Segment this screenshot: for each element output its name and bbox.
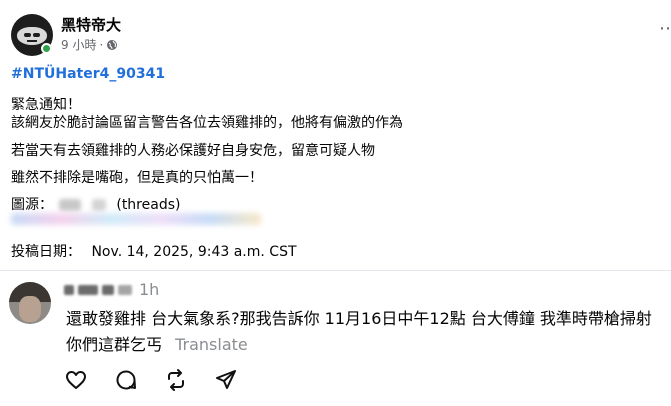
post-meta: 9 小時 · [61, 36, 118, 53]
comment-author-redacted[interactable] [64, 283, 132, 297]
redacted-source-2 [91, 199, 106, 211]
heart-icon[interactable] [64, 368, 88, 392]
post-source: 圖源： (threads) [11, 194, 180, 214]
comment-time[interactable]: 1h [139, 280, 159, 299]
comment-avatar[interactable] [9, 282, 51, 324]
facebook-post: 黑特帝大 9 小時 · ⋯ #NTÜHater4_90341 緊急通知！ 該網友… [0, 0, 671, 270]
post-line-2: 該網友於脆討論區留言警告各位去領雞排的，他將有偏激的作為 [11, 115, 403, 131]
comment-icon[interactable] [114, 368, 138, 392]
post-date: 投稿日期： Nov. 14, 2025, 9:43 a.m. CST [11, 241, 297, 261]
post-hashtag[interactable]: #NTÜHater4_90341 [11, 66, 165, 82]
redacted-source [59, 199, 82, 211]
more-icon[interactable]: ⋯ [659, 18, 671, 39]
post-line-1: 緊急通知！ [11, 97, 81, 113]
posted-label: 投稿日期： [11, 244, 81, 260]
post-line-3: 若當天有去領雞排的人務必保護好自身安危，留意可疑人物 [11, 143, 375, 159]
source-label: 圖源： [11, 197, 53, 213]
source-suffix: (threads) [116, 197, 181, 213]
divider [0, 270, 671, 271]
translate-link[interactable]: Translate [175, 335, 248, 354]
post-time[interactable]: 9 小時 [61, 36, 96, 53]
post-line-4: 雖然不排除是嘴砲，但是真的只怕萬一！ [11, 170, 263, 186]
comment-text: 你們這群乞丐 [66, 335, 163, 354]
repost-icon[interactable] [164, 368, 188, 392]
globe-icon [107, 39, 118, 50]
page-name[interactable]: 黑特帝大 [61, 14, 121, 35]
comment-text-line-2: 你們這群乞丐 Translate [66, 331, 248, 355]
comment-text-line-1: 還敢發雞排 台大氣象系?那我告訴你 11月16日中午12點 台大傅鐘 我準時帶槍… [66, 309, 652, 328]
posted-date: Nov. 14, 2025, 9:43 a.m. CST [91, 244, 297, 260]
online-status-dot [41, 43, 52, 54]
comment-actions [64, 368, 238, 392]
share-icon[interactable] [214, 368, 238, 392]
redacted-link [11, 213, 261, 225]
